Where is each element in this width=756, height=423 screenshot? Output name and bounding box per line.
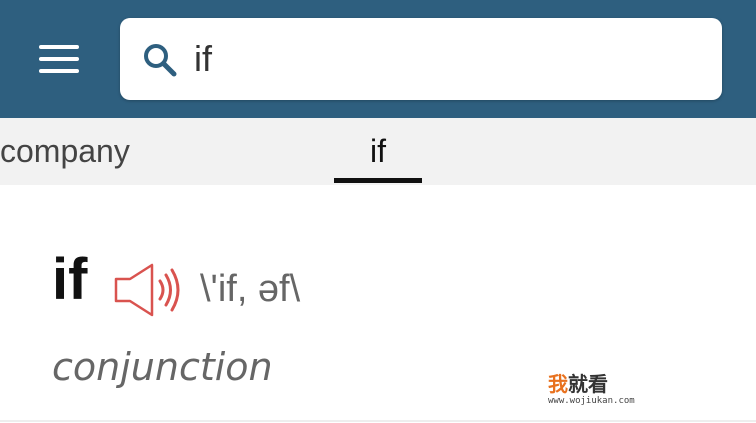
watermark-cn-rest: 就看 (568, 372, 608, 396)
pronunciation: \'if, əf\ (200, 268, 301, 310)
search-box[interactable] (120, 18, 722, 100)
menu-line (39, 57, 79, 61)
app-bar (0, 0, 756, 118)
tab-if[interactable]: if (334, 118, 422, 185)
watermark-cn-first: 我 (548, 372, 568, 396)
watermark-logo: 我就看 www.wojiukan.com (548, 372, 658, 412)
menu-line (39, 69, 79, 73)
tab-strip: company if (0, 118, 756, 185)
tab-company[interactable]: company (0, 118, 130, 185)
entry-content: if \'if, əf\ conjunction 我就看 www.wojiuka… (0, 185, 756, 423)
selected-tab-indicator (334, 178, 422, 183)
menu-line (39, 45, 79, 49)
search-icon[interactable] (142, 42, 178, 78)
watermark-url: www.wojiukan.com (548, 396, 635, 406)
hamburger-menu-icon[interactable] (30, 36, 88, 82)
part-of-speech: conjunction (52, 345, 273, 389)
headword: if (52, 247, 88, 312)
search-input[interactable] (194, 32, 694, 86)
watermark-cn: 我就看 (548, 372, 608, 396)
speaker-icon[interactable] (112, 261, 184, 319)
divider (0, 420, 756, 422)
